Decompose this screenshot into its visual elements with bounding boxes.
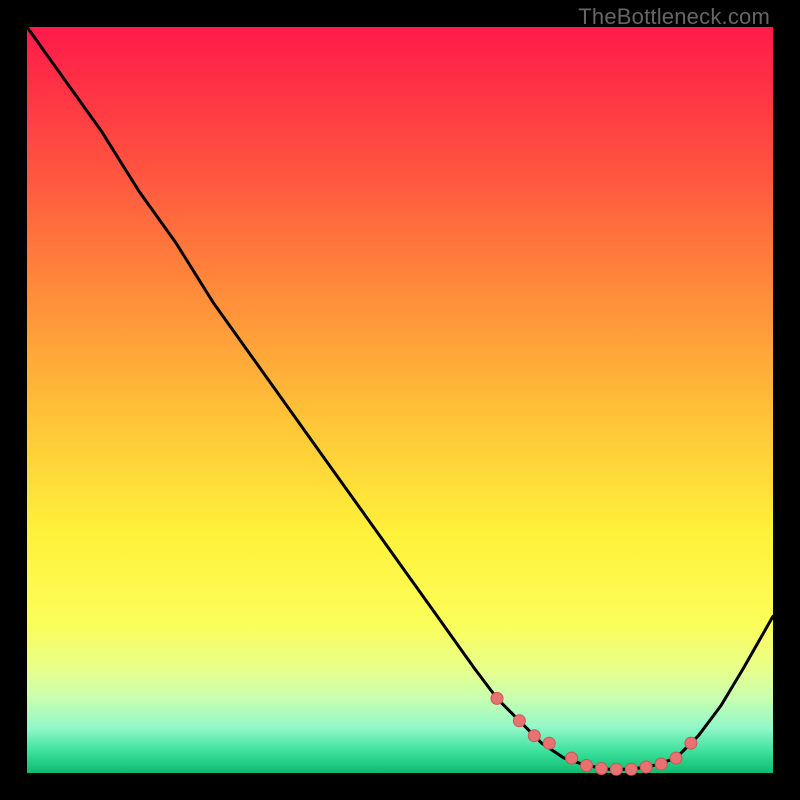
curve-marker	[595, 763, 607, 775]
curve-marker	[670, 752, 682, 764]
curve-marker	[610, 763, 622, 775]
curve-marker	[640, 761, 652, 773]
curve-marker	[528, 730, 540, 742]
curve-marker	[491, 692, 503, 704]
curve-markers	[491, 692, 697, 775]
bottleneck-curve	[27, 27, 773, 769]
curve-marker	[685, 737, 697, 749]
curve-marker	[513, 715, 525, 727]
curve-marker	[566, 752, 578, 764]
curve-marker	[543, 737, 555, 749]
chart-svg	[27, 27, 773, 773]
curve-marker	[655, 758, 667, 770]
curve-marker	[625, 763, 637, 775]
curve-marker	[581, 760, 593, 772]
